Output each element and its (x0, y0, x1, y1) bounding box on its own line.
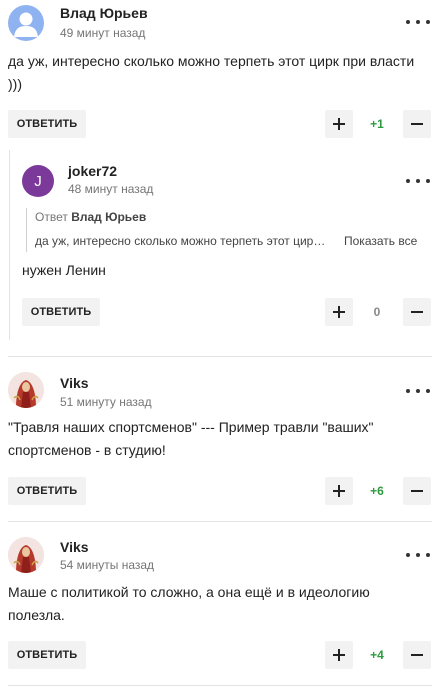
user-silhouette-icon (14, 12, 38, 37)
comment-text-line: ))) (8, 76, 22, 92)
upvote-button[interactable] (325, 477, 353, 505)
downvote-button[interactable] (403, 477, 431, 505)
more-options-icon[interactable] (406, 383, 430, 399)
comment-author[interactable]: Viks (60, 539, 89, 555)
user-photo-icon (8, 537, 44, 573)
downvote-button[interactable] (403, 641, 431, 669)
plus-icon (333, 306, 345, 318)
upvote-button[interactable] (325, 110, 353, 138)
quote-text: да уж, интересно сколько можно терпеть э… (35, 234, 328, 248)
minus-icon (411, 490, 423, 492)
more-options-icon[interactable] (406, 547, 430, 563)
show-all-link[interactable]: Показать все (344, 234, 417, 248)
avatar[interactable] (8, 372, 44, 408)
minus-icon (411, 123, 423, 125)
quote-header: Ответ Влад Юрьев (35, 210, 146, 224)
comment-score: +4 (370, 648, 384, 662)
comment-time: 48 минут назад (68, 182, 154, 196)
quote-prefix: Ответ (35, 210, 68, 224)
comment-reply: J joker72 48 минут назад Ответ Влад Юрье… (0, 150, 447, 350)
more-options-icon[interactable] (406, 14, 430, 30)
avatar[interactable] (8, 5, 44, 41)
plus-icon (333, 118, 345, 130)
comment-text-line: Маше с политикой то сложно, а она ещё и … (8, 584, 370, 600)
reply-button[interactable]: ОТВЕТИТЬ (8, 110, 86, 138)
comment-text-line: спортсменов - в студию! (8, 442, 166, 458)
quote-author[interactable]: Влад Юрьев (71, 210, 146, 224)
reply-button[interactable]: ОТВЕТИТЬ (22, 298, 100, 326)
plus-icon (333, 485, 345, 497)
more-options-icon[interactable] (406, 173, 430, 189)
comment-score: +6 (370, 484, 384, 498)
downvote-button[interactable] (403, 110, 431, 138)
comment-score: +1 (370, 117, 384, 131)
minus-icon (411, 654, 423, 656)
comment-score: 0 (373, 305, 381, 319)
upvote-button[interactable] (325, 298, 353, 326)
comment-time: 54 минуты назад (60, 558, 155, 572)
comment-text-line: полезла. (8, 607, 65, 623)
quote-line (26, 208, 27, 252)
plus-icon (333, 649, 345, 661)
divider (8, 685, 432, 686)
comment-author[interactable]: joker72 (68, 163, 117, 179)
avatar[interactable] (8, 537, 44, 573)
reply-button[interactable]: ОТВЕТИТЬ (8, 477, 86, 505)
comment-author[interactable]: Влад Юрьев (60, 5, 148, 21)
comment-author[interactable]: Viks (60, 375, 89, 391)
avatar[interactable]: J (22, 165, 54, 197)
upvote-button[interactable] (325, 641, 353, 669)
minus-icon (411, 311, 423, 313)
comment: Viks 51 минуту назад "Травля наших спорт… (0, 357, 447, 522)
comment-text-line: "Травля наших спортсменов" --- Пример тр… (8, 419, 374, 435)
comment: Viks 54 минуты назад Маше с политикой то… (0, 522, 447, 697)
reply-button[interactable]: ОТВЕТИТЬ (8, 641, 86, 669)
downvote-button[interactable] (403, 298, 431, 326)
comment: Влад Юрьев 49 минут назад да уж, интерес… (0, 0, 447, 150)
comment-text-line: да уж, интересно сколько можно терпеть э… (8, 53, 415, 69)
comment-time: 51 минуту назад (60, 395, 152, 409)
comment-time: 49 минут назад (60, 26, 146, 40)
comment-text-line: нужен Ленин (22, 262, 106, 278)
user-photo-icon (8, 372, 44, 408)
